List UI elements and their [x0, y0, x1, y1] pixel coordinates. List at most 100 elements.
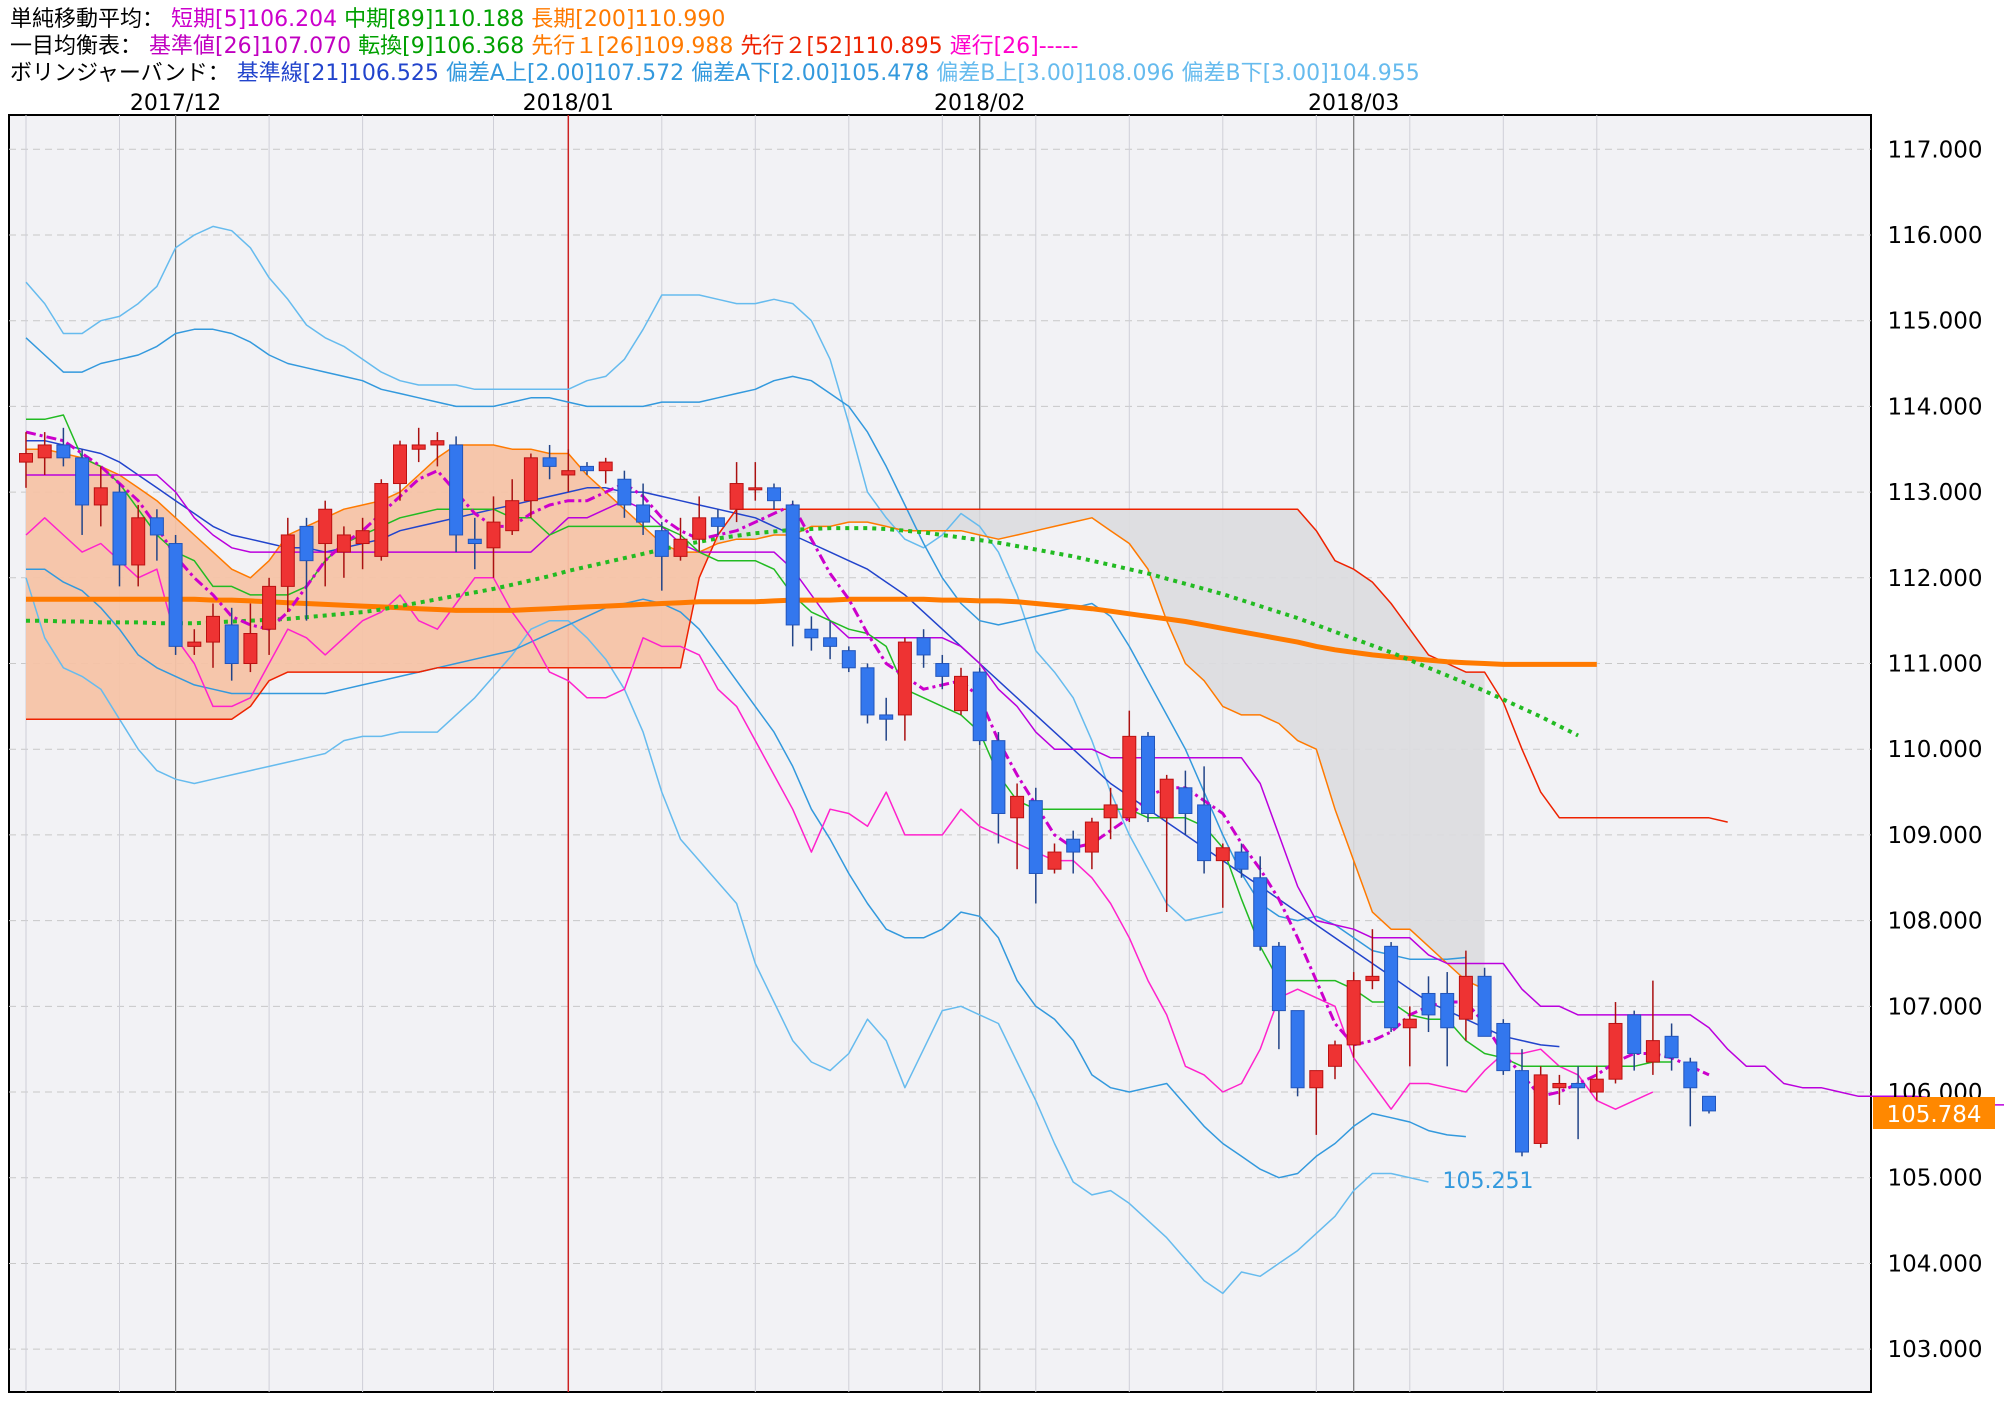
- candle-body: [729, 483, 744, 510]
- candle-body: [168, 543, 183, 647]
- candle: [841, 646, 856, 673]
- legend-row-moving-average: 単純移動平均： 短期[5]106.204 中期[89]110.188 長期[20…: [10, 7, 725, 32]
- candle-body: [972, 671, 987, 742]
- candle-body: [1084, 821, 1099, 853]
- candle-body: [1627, 1014, 1642, 1054]
- month-label: 2018/02: [934, 91, 1025, 116]
- candle-body: [1197, 804, 1212, 862]
- candle-body: [598, 461, 613, 472]
- candle-body: [336, 534, 351, 553]
- chart-canvas: 単純移動平均： 短期[5]106.204 中期[89]110.188 長期[20…: [0, 0, 2004, 1400]
- candle: [1496, 1019, 1511, 1075]
- candle-body: [617, 478, 632, 506]
- candle-body: [710, 517, 725, 527]
- candle-body: [131, 517, 146, 566]
- month-label: 2018/03: [1308, 91, 1399, 116]
- candle-body: [1683, 1061, 1698, 1089]
- candle-body: [1309, 1070, 1324, 1089]
- candle-body: [374, 483, 389, 557]
- candle-body: [1515, 1070, 1529, 1153]
- y-tick-label: 111.000: [1887, 652, 1982, 678]
- y-tick-label: 116.000: [1887, 223, 1982, 249]
- legend-entry: 基準線[21]106.525: [230, 61, 439, 86]
- candle-body: [1234, 851, 1249, 870]
- candle-body: [37, 444, 52, 459]
- candle-body: [56, 444, 71, 459]
- candle-body: [1402, 1018, 1417, 1029]
- candle-body: [1384, 945, 1399, 1029]
- y-tick-label: 115.000: [1887, 309, 1982, 335]
- candle-body: [1328, 1044, 1342, 1067]
- candle-body: [879, 714, 894, 720]
- candle-body: [449, 444, 464, 536]
- annotations: 105.251: [1443, 1169, 1534, 1194]
- legend-entry: 偏差B上[3.00]108.096: [929, 61, 1174, 86]
- y-tick-label: 112.000: [1887, 566, 1982, 592]
- y-tick-label: 108.000: [1887, 909, 1982, 935]
- candle-body: [411, 444, 426, 450]
- candle-body: [580, 465, 594, 472]
- candle-body: [1290, 1010, 1305, 1089]
- candle: [1346, 972, 1361, 1058]
- last-price-tag: 105.784: [1873, 1097, 1995, 1129]
- candle-body: [1047, 851, 1062, 870]
- candle-body: [692, 517, 707, 540]
- legend-entry: 先行２[52]110.895: [733, 34, 942, 59]
- candle-body: [767, 487, 781, 502]
- candle-body: [1178, 787, 1193, 814]
- candle: [785, 500, 800, 647]
- candle: [374, 479, 389, 561]
- y-tick-label: 117.000: [1887, 137, 1982, 163]
- candle-body: [280, 534, 295, 587]
- legend-entry: 偏差A下[2.00]105.478: [684, 61, 929, 86]
- candle-body: [318, 508, 333, 545]
- candle-body: [1271, 945, 1286, 1012]
- low-price-annotation: 105.251: [1443, 1169, 1534, 1194]
- candle-body: [1421, 992, 1436, 1016]
- candle-body: [673, 538, 688, 557]
- candle-body: [224, 624, 239, 665]
- candle: [1533, 1066, 1548, 1148]
- candle-body: [19, 453, 33, 463]
- legend-entry: 転換[9]106.368: [351, 34, 524, 59]
- legend-entry: ボリンジャーバンド：: [10, 61, 230, 86]
- candle-body: [112, 491, 127, 566]
- legend-entry: 偏差A上[2.00]107.572: [439, 61, 684, 86]
- legend-entry: 短期[5]106.204: [164, 7, 337, 32]
- candle-body: [1702, 1095, 1716, 1112]
- candle-body: [486, 521, 501, 549]
- candle-body: [1253, 877, 1268, 947]
- legend-row-ichimoku: 一目均衡表： 基準値[26]107.070 転換[9]106.368 先行１[2…: [10, 34, 1078, 59]
- candle-body: [1141, 735, 1155, 814]
- y-tick-label: 109.000: [1887, 823, 1982, 849]
- candle: [1384, 942, 1399, 1033]
- candle-body: [1346, 980, 1361, 1046]
- chart-root: 単純移動平均： 短期[5]106.204 中期[89]110.188 長期[20…: [0, 0, 2004, 1400]
- legend-entry: 遅行[26]-----: [943, 34, 1079, 59]
- candle-body: [636, 504, 651, 523]
- legend-entry: 基準値[26]107.070: [142, 34, 351, 59]
- candle: [1290, 1010, 1305, 1097]
- candle-body: [804, 628, 819, 639]
- legend-entry: 一目均衡表：: [10, 34, 142, 59]
- candle: [449, 436, 464, 553]
- y-tick-label: 107.000: [1887, 994, 1982, 1020]
- legend-entry: 偏差B下[3.00]104.955: [1174, 61, 1419, 86]
- candle-body: [93, 487, 108, 506]
- candle-body: [430, 440, 445, 446]
- candle: [860, 663, 875, 724]
- y-tick-label: 104.000: [1887, 1251, 1982, 1277]
- candle-body: [467, 538, 482, 545]
- candle-body: [187, 641, 202, 647]
- y-tick-label: 105.000: [1887, 1166, 1982, 1192]
- price-axis: 117.000 116.000 115.000 114.000 113.000 112.0…: [1887, 137, 1982, 1363]
- candle-body: [897, 641, 912, 716]
- legend-entry: 先行１[26]109.988: [524, 34, 733, 59]
- y-tick-label: 114.000: [1887, 394, 1982, 420]
- candle-body: [1010, 795, 1025, 819]
- candle-body: [823, 637, 838, 647]
- candle-body: [748, 487, 763, 491]
- candle-body: [1103, 804, 1118, 819]
- legend-row-bollinger: ボリンジャーバンド： 基準線[21]106.525 偏差A上[2.00]107.…: [10, 61, 1420, 86]
- candle-body: [243, 633, 258, 665]
